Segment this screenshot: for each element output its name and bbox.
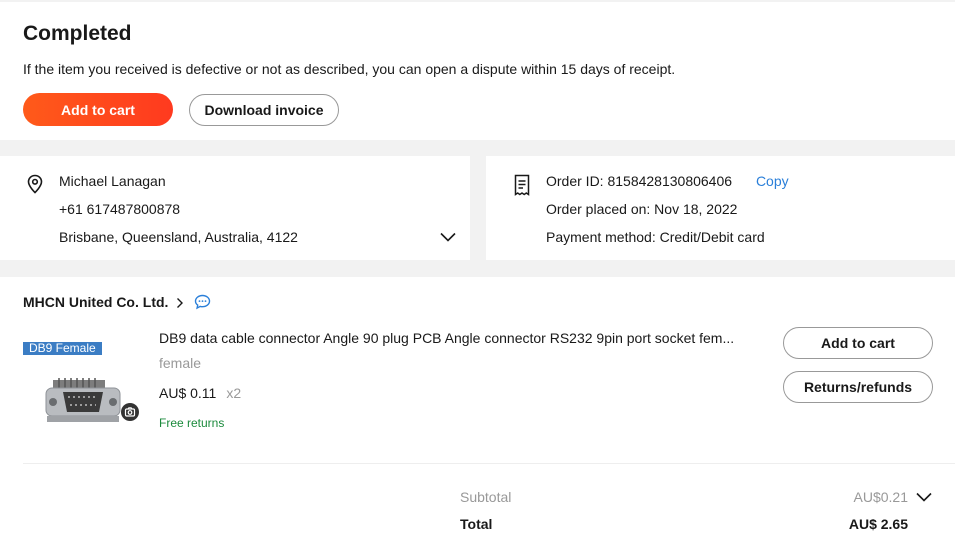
free-returns-label: Free returns [159, 416, 225, 430]
recipient-phone: +61 617487800878 [59, 201, 181, 217]
chat-bubble-icon[interactable] [194, 294, 211, 310]
payment-method: Payment method: Credit/Debit card [546, 229, 765, 245]
camera-icon[interactable] [121, 403, 139, 421]
total-label: Total [460, 516, 493, 532]
order-status-description: If the item you received is defective or… [23, 61, 676, 77]
product-add-to-cart-button[interactable]: Add to cart [783, 327, 933, 359]
recipient-location: Brisbane, Queensland, Australia, 4122 [59, 229, 298, 245]
recipient-name: Michael Lanagan [59, 173, 166, 189]
chevron-down-icon[interactable] [439, 230, 457, 244]
download-invoice-button[interactable]: Download invoice [189, 94, 339, 126]
product-variant: female [159, 355, 202, 371]
receipt-icon [514, 174, 530, 196]
order-status-card: Completed If the item you received is de… [0, 2, 955, 140]
copy-order-id-link[interactable]: Copy [756, 173, 789, 189]
returns-refunds-button[interactable]: Returns/refunds [783, 371, 933, 403]
product-image-tag: DB9 Female [23, 342, 102, 355]
order-status-title: Completed [23, 22, 132, 45]
total-value: AU$ 2.65 [848, 516, 908, 532]
order-info-card: Order ID: 8158428130806406 Copy Order pl… [486, 156, 955, 260]
product-quantity: x2 [226, 385, 242, 401]
add-to-cart-button[interactable]: Add to cart [23, 93, 173, 126]
chevron-down-icon[interactable] [915, 491, 933, 503]
location-pin-icon [27, 174, 43, 194]
product-price-row: AU$ 0.11 x2 [159, 385, 241, 401]
product-price: AU$ 0.11 [159, 385, 217, 401]
order-id: Order ID: 8158428130806406 Copy [546, 173, 789, 189]
db9-connector-image [45, 378, 121, 422]
product-image[interactable]: DB9 Female [23, 340, 141, 446]
chevron-right-icon[interactable] [175, 297, 185, 309]
store-order-card: MHCN United Co. Ltd. DB9 Female DB9 data… [0, 277, 955, 559]
subtotal-label: Subtotal [460, 489, 512, 505]
store-name[interactable]: MHCN United Co. Ltd. [23, 294, 168, 310]
shipping-address-card: Michael Lanagan +61 617487800878 Brisban… [0, 156, 470, 260]
divider [23, 463, 955, 464]
store-name-link[interactable]: MHCN United Co. Ltd. [23, 294, 168, 310]
order-placed-date: Order placed on: Nov 18, 2022 [546, 201, 738, 217]
subtotal-value: AU$0.21 [853, 489, 908, 505]
product-title[interactable]: DB9 data cable connector Angle 90 plug P… [159, 330, 759, 346]
order-id-text: Order ID: 8158428130806406 [546, 173, 733, 189]
